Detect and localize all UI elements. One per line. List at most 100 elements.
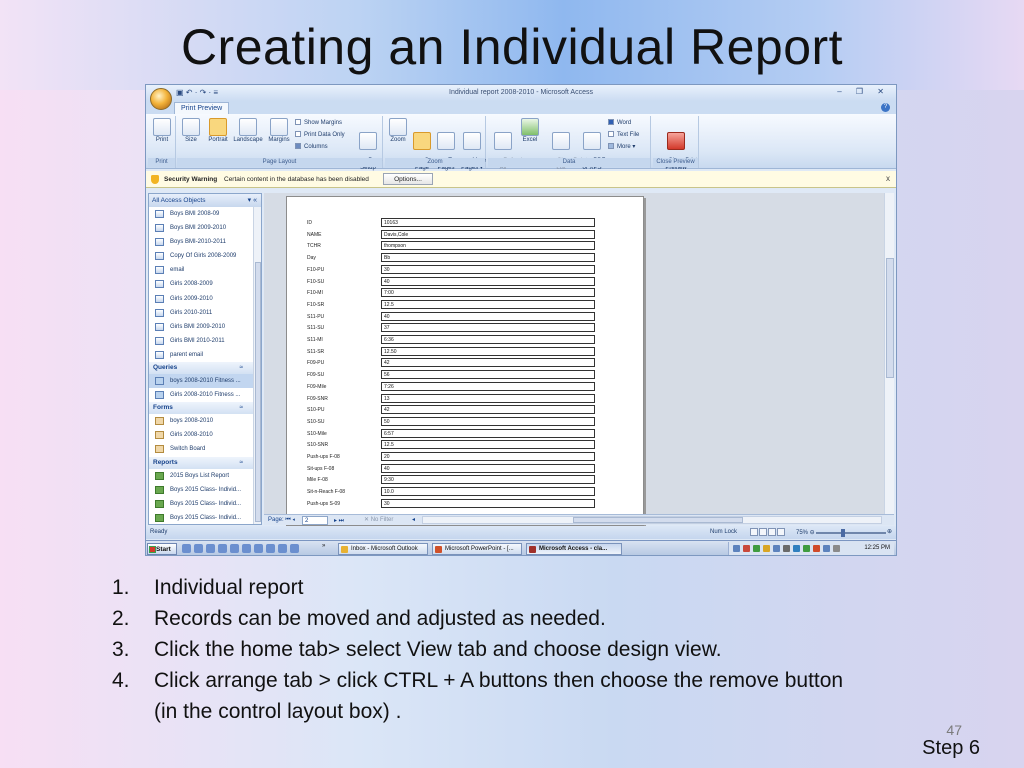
word-export-button[interactable]: Word xyxy=(608,119,631,127)
report-field-value[interactable]: 40 xyxy=(381,311,595,321)
view-switcher[interactable] xyxy=(750,528,790,537)
nav-form-item[interactable]: boys 2008-2010 xyxy=(149,414,253,428)
zoom-level[interactable]: 75% ⊖ xyxy=(796,529,815,536)
tab-print-preview[interactable]: Print Preview xyxy=(174,102,230,114)
help-icon[interactable]: ? xyxy=(881,103,890,112)
print-data-only-option[interactable]: Print Data Only xyxy=(295,131,345,139)
preview-scroll-thumb[interactable] xyxy=(886,258,894,378)
security-options-button[interactable]: Options... xyxy=(383,173,433,185)
text-file-export-button[interactable]: Text File xyxy=(608,131,639,139)
close-security-bar-icon[interactable]: x xyxy=(886,174,890,183)
nav-table-item[interactable]: Boys BMI-2010-2011 xyxy=(149,235,253,249)
office-button[interactable] xyxy=(150,88,172,110)
quicklaunch-icon[interactable] xyxy=(242,544,251,553)
layout-view-icon[interactable] xyxy=(768,528,776,536)
quicklaunch-icon[interactable] xyxy=(278,544,287,553)
report-field-value[interactable]: Bb xyxy=(381,253,595,263)
report-field-value[interactable]: 6:57 xyxy=(381,428,595,438)
tray-icon[interactable] xyxy=(753,545,760,552)
nav-scroll-thumb[interactable] xyxy=(255,262,261,522)
page-number-input[interactable]: 2 xyxy=(302,516,328,525)
report-field-row[interactable]: Push-ups S-09 30 xyxy=(307,498,617,509)
one-page-button[interactable]: One Page xyxy=(411,118,436,179)
report-field-row[interactable]: F10-SR 12.5 xyxy=(307,299,617,310)
design-view-icon[interactable] xyxy=(777,528,785,536)
tray-icon[interactable] xyxy=(773,545,780,552)
report-field-value[interactable]: 9:30 xyxy=(381,475,595,485)
collapse-chevron-icon[interactable]: ≈ xyxy=(239,362,243,374)
print-preview-view-icon[interactable] xyxy=(750,528,758,536)
report-field-row[interactable]: F10-SU 40 xyxy=(307,276,617,287)
show-margins-option[interactable]: Show Margins xyxy=(295,119,342,127)
report-field-row[interactable]: S10-PU 42 xyxy=(307,405,617,415)
report-field-row[interactable]: S11-PU 40 xyxy=(307,311,617,322)
nav-table-item[interactable]: Girls BMI 2009-2010 xyxy=(149,320,253,334)
taskbar-button-outlook[interactable]: Inbox - Microsoft Outlook xyxy=(338,543,428,555)
tray-icon[interactable] xyxy=(813,545,820,552)
window-controls[interactable]: – ❐ ✕ xyxy=(837,87,890,96)
quicklaunch-icon[interactable] xyxy=(266,544,275,553)
sharepoint-list-button[interactable]: SharePoint List xyxy=(544,118,587,179)
excel-export-button[interactable]: Excel xyxy=(518,118,542,144)
landscape-button[interactable]: Landscape xyxy=(233,118,263,144)
report-field-value[interactable]: 6:36 xyxy=(381,335,595,344)
size-button[interactable]: Size xyxy=(179,118,203,144)
horizontal-scroll-thumb[interactable] xyxy=(573,517,743,523)
report-field-value[interactable]: thompson xyxy=(381,241,595,251)
report-field-value[interactable]: 30 xyxy=(381,498,595,508)
tray-icon[interactable] xyxy=(783,545,790,552)
report-field-value[interactable]: 7:26 xyxy=(381,381,595,391)
report-field-row[interactable]: F09-PU 42 xyxy=(307,358,617,368)
nav-section-forms[interactable]: Forms ≈ xyxy=(149,402,253,415)
report-field-row[interactable]: Push-ups F-08 20 xyxy=(307,452,617,462)
report-field-row[interactable]: S10-SU 50 xyxy=(307,416,617,427)
nav-table-item[interactable]: Boys BMI 2009-2010 xyxy=(149,221,253,235)
volume-icon[interactable] xyxy=(833,545,840,552)
tray-icon[interactable] xyxy=(763,545,770,552)
columns-button[interactable]: Columns xyxy=(295,143,328,151)
report-view-icon[interactable] xyxy=(759,528,767,536)
tray-icon[interactable] xyxy=(823,545,830,552)
quicklaunch-icon[interactable] xyxy=(290,544,299,553)
report-field-value[interactable]: 56 xyxy=(381,370,595,380)
report-field-row[interactable]: S10-SNR 12.5 xyxy=(307,440,617,450)
page-nav-label[interactable]: Page: ⏮ ◂ xyxy=(268,517,295,524)
zoom-slider-knob[interactable] xyxy=(841,529,845,537)
report-field-value[interactable]: 12.50 xyxy=(381,346,595,356)
report-field-value[interactable]: 13 xyxy=(381,393,595,403)
refresh-all-button[interactable]: Refresh All xyxy=(490,118,524,179)
report-field-value[interactable]: 10163 xyxy=(381,218,595,227)
nav-report-item[interactable]: Boys 2015 Class- Individ... xyxy=(149,511,253,525)
report-field-row[interactable]: F09-SNR 13 xyxy=(307,393,617,404)
quicklaunch-icon[interactable] xyxy=(182,544,191,553)
margins-button[interactable]: Margins xyxy=(265,118,293,144)
two-pages-button[interactable]: Two Pages xyxy=(435,118,459,179)
nav-section-reports[interactable]: Reports ≈ xyxy=(149,456,253,469)
nav-pane-toggle-icon[interactable]: ▾ « xyxy=(248,194,257,207)
no-filter-button[interactable]: ✕ No Filter xyxy=(364,516,393,523)
report-field-row[interactable]: NAME Davis,Cole xyxy=(307,229,617,240)
nav-report-item[interactable]: Boys 2015 Class- Individ... xyxy=(149,497,253,511)
report-field-row[interactable]: Day Bb xyxy=(307,253,617,263)
zoom-slider[interactable] xyxy=(816,532,886,534)
report-field-value[interactable]: Davis,Cole xyxy=(381,229,595,239)
report-field-row[interactable]: F10-MI 7:00 xyxy=(307,288,617,298)
report-field-value[interactable]: 30 xyxy=(381,264,595,274)
report-field-row[interactable]: F09-Mile 7:26 xyxy=(307,381,617,392)
nav-scrollbar[interactable] xyxy=(253,207,261,524)
report-field-value[interactable]: 12.5 xyxy=(381,299,595,309)
report-field-value[interactable]: 7:00 xyxy=(381,288,595,298)
collapse-chevron-icon[interactable]: ≈ xyxy=(239,402,243,414)
page-nav-next[interactable]: ▸ ⏭ xyxy=(334,517,344,525)
show-margins-checkbox[interactable] xyxy=(295,119,301,126)
print-data-only-checkbox[interactable] xyxy=(295,131,301,138)
nav-section-queries[interactable]: Queries ≈ xyxy=(149,362,253,375)
report-field-value[interactable]: 50 xyxy=(381,416,595,426)
nav-table-item[interactable]: Girls 2010-2011 xyxy=(149,306,253,320)
nav-table-item[interactable]: Girls BMI 2010-2011 xyxy=(149,334,253,348)
tray-icon[interactable] xyxy=(743,545,750,552)
report-field-row[interactable]: Sit-n-Reach F-08 10.0 xyxy=(307,487,617,497)
nav-query-item[interactable]: boys 2008-2010 Fitness ... xyxy=(149,374,253,389)
print-button[interactable]: Print xyxy=(150,118,174,144)
close-print-preview-button[interactable]: Close Print Preview xyxy=(655,118,698,179)
